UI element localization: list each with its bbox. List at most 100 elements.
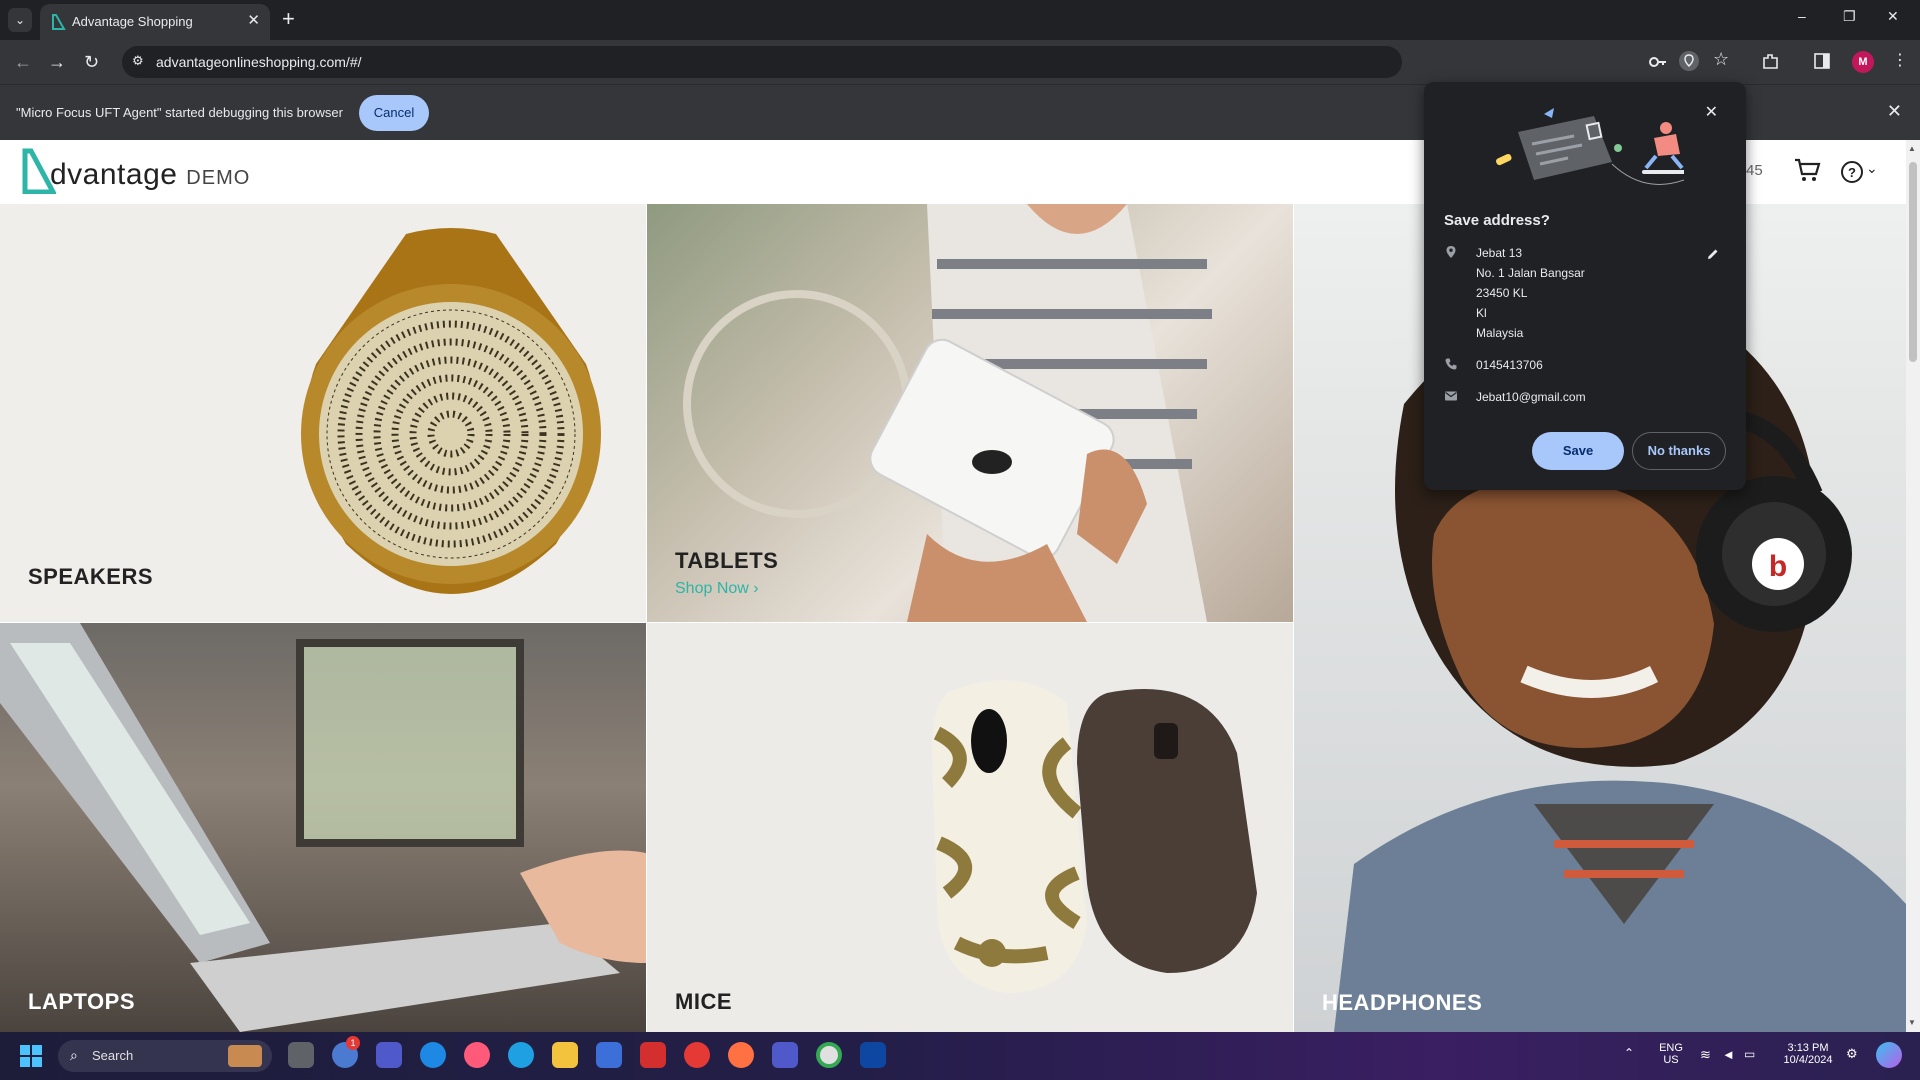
site-settings-icon[interactable]: ⚙ — [132, 53, 150, 71]
phone-icon — [1445, 358, 1457, 370]
password-key-icon[interactable] — [1648, 52, 1668, 72]
new-tab-button[interactable]: + — [282, 8, 295, 30]
language-indicator[interactable]: ENG US — [1656, 1042, 1686, 1066]
teams-work-icon[interactable] — [772, 1042, 798, 1068]
file-explorer-icon[interactable] — [552, 1042, 578, 1068]
restore-button[interactable]: ❐ — [1843, 8, 1856, 25]
shop-now-text: Shop Now — [675, 580, 749, 597]
svg-text:?: ? — [1848, 165, 1856, 180]
address-bar[interactable]: ⚙ advantageonlineshopping.com/#/ — [122, 46, 1402, 78]
tablets-label: TABLETS — [675, 548, 779, 573]
speakers-label: SPEAKERS — [28, 564, 154, 589]
phone-number: 0145413706 — [1476, 358, 1543, 372]
uft-agent-icon[interactable] — [860, 1042, 886, 1068]
teams-icon[interactable] — [376, 1042, 402, 1068]
laptops-label: LAPTOPS — [28, 989, 136, 1014]
forward-icon[interactable]: → — [48, 52, 66, 72]
location-pin-icon[interactable] — [1678, 50, 1700, 72]
svg-text:b: b — [1769, 550, 1787, 583]
scroll-down-arrow-icon[interactable]: ▼ — [1908, 1018, 1916, 1027]
reload-icon[interactable]: ↻ — [84, 52, 99, 72]
lang-bottom: US — [1663, 1054, 1679, 1066]
search-icon: ⌕ — [70, 1047, 78, 1063]
headphones-label: HEADPHONES — [1322, 990, 1483, 1015]
clock-time: 3:13 PM — [1787, 1042, 1829, 1054]
edge-icon[interactable] — [508, 1042, 534, 1068]
copilot-icon[interactable] — [1876, 1042, 1902, 1068]
tab-title: Advantage Shopping — [72, 14, 193, 29]
logo-main-text: dvantage — [50, 158, 178, 191]
mice-label: MICE — [675, 989, 732, 1014]
side-panel-icon[interactable] — [1814, 53, 1830, 69]
music-app-icon[interactable] — [464, 1042, 490, 1068]
chrome-icon[interactable] — [816, 1042, 842, 1068]
weather-widget-icon[interactable]: 1 — [332, 1036, 360, 1068]
address-line-1: Jebat 13 — [1476, 246, 1523, 260]
opera-icon[interactable] — [684, 1042, 710, 1068]
windows-start-icon[interactable] — [20, 1045, 42, 1067]
location-pin-icon — [1446, 246, 1456, 258]
logo-demo-text: DEMO — [186, 167, 251, 189]
store-icon[interactable] — [596, 1042, 622, 1068]
wifi-icon[interactable]: ≋ — [1700, 1047, 1711, 1063]
back-icon[interactable]: ← — [14, 52, 32, 72]
menu-kebab-icon[interactable]: ⋮ — [1892, 50, 1908, 70]
tab-search-chevron-icon[interactable]: ⌄ — [8, 8, 32, 32]
windows-taskbar: ⌕ Search 1 ⌃ ENG US ≋ ◄ ▭ 3:13 PM 10/4/2… — [0, 1032, 1920, 1080]
tray-chevron-icon[interactable]: ⌃ — [1624, 1046, 1634, 1060]
bookmark-star-icon[interactable]: ☆ — [1713, 49, 1729, 70]
search-highlight-icon — [228, 1045, 262, 1067]
chevron-down-icon[interactable]: ⌄ — [1866, 160, 1878, 177]
header-partial-text: 45 — [1746, 162, 1763, 179]
tab-strip: ⌄ Advantage Shopping ✕ + – ❐ ✕ — [0, 0, 1920, 40]
infobar-cancel-button[interactable]: Cancel — [359, 95, 429, 131]
minimize-button[interactable]: – — [1798, 8, 1806, 24]
url-text: advantageonlineshopping.com/#/ — [156, 54, 362, 70]
volume-icon[interactable]: ◄ — [1722, 1047, 1735, 1062]
extensions-puzzle-icon[interactable] — [1762, 52, 1780, 70]
mcafee-icon[interactable] — [640, 1042, 666, 1068]
task-view-icon[interactable] — [288, 1042, 314, 1068]
save-address-popup: ✕ Save address? Jebat 13 No. 1 Jalan Ban… — [1424, 82, 1746, 490]
address-illustration-icon — [1496, 108, 1684, 185]
infobar-message: "Micro Focus UFT Agent" started debuggin… — [16, 105, 343, 120]
firefox-icon[interactable] — [728, 1042, 754, 1068]
battery-icon[interactable]: ▭ — [1744, 1047, 1755, 1061]
taskbar-search-box[interactable]: ⌕ Search — [58, 1040, 272, 1072]
tab-close-icon[interactable]: ✕ — [247, 12, 260, 30]
speaker-image — [301, 228, 601, 594]
edit-pencil-icon[interactable] — [1706, 247, 1720, 261]
page-scrollbar[interactable]: ▲ ▼ — [1906, 140, 1920, 1032]
mice-image — [932, 680, 1257, 993]
mice-tile[interactable]: MICE — [647, 623, 1293, 1032]
clock-date: 10/4/2024 — [1783, 1054, 1833, 1066]
save-address-button[interactable]: Save — [1532, 432, 1624, 470]
laptops-tile[interactable]: LAPTOPS — [0, 623, 646, 1032]
notifications-icon[interactable]: ⚙ — [1846, 1046, 1858, 1062]
site-logo[interactable]: dvantage DEMO — [50, 158, 250, 192]
speakers-tile[interactable]: SPEAKERS — [0, 204, 646, 622]
advantage-favicon-icon — [52, 14, 66, 30]
popup-title: Save address? — [1444, 212, 1550, 229]
shop-now-link[interactable]: Shop Now › — [675, 580, 759, 598]
address-line-3: 23450 KL — [1476, 286, 1528, 300]
laptop-image — [0, 623, 646, 1032]
taskbar-search-label: Search — [92, 1048, 134, 1063]
skype-like-app-icon[interactable] — [420, 1042, 446, 1068]
notification-badge: 1 — [346, 1036, 360, 1050]
scroll-up-arrow-icon[interactable]: ▲ — [1908, 144, 1916, 153]
email-address: Jebat10@gmail.com — [1476, 390, 1586, 404]
clock[interactable]: 3:13 PM 10/4/2024 — [1772, 1042, 1844, 1066]
profile-avatar[interactable]: M — [1852, 51, 1874, 73]
popup-close-icon[interactable]: ✕ — [1705, 102, 1718, 122]
address-line-4: Kl — [1476, 306, 1487, 320]
help-icon[interactable]: ? — [1840, 160, 1864, 184]
shopping-cart-icon[interactable] — [1793, 156, 1821, 184]
tablets-tile[interactable]: TABLETS Shop Now › — [647, 204, 1293, 622]
browser-tab[interactable]: Advantage Shopping ✕ — [40, 4, 270, 40]
no-thanks-button[interactable]: No thanks — [1632, 432, 1726, 470]
infobar-close-icon[interactable]: ✕ — [1887, 101, 1902, 122]
scroll-thumb[interactable] — [1909, 162, 1917, 362]
close-window-button[interactable]: ✕ — [1887, 8, 1899, 25]
address-line-5: Malaysia — [1476, 326, 1524, 340]
